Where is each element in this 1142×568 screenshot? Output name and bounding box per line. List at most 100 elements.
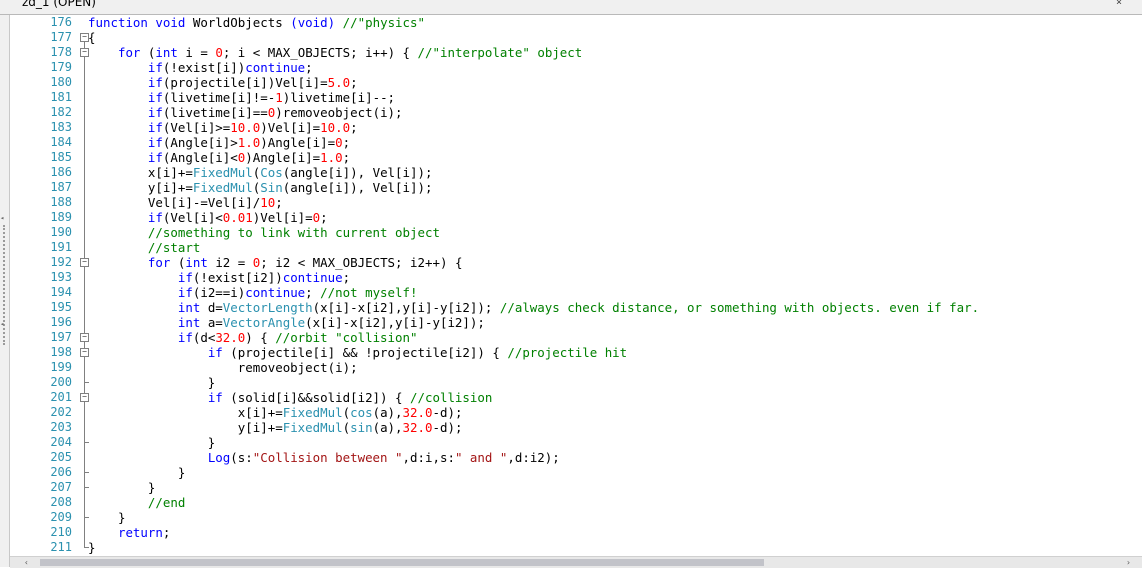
code-line[interactable]: 184 if(Angle[i]>1.0)Angle[i]=0; xyxy=(10,135,1142,150)
code-text[interactable]: if(Vel[i]>=10.0)Vel[i]=10.0; xyxy=(88,120,358,135)
code-line[interactable]: 204 } xyxy=(10,435,1142,450)
code-text[interactable]: if(!exist[i2])continue; xyxy=(88,270,350,285)
code-line[interactable]: 190 //something to link with current obj… xyxy=(10,225,1142,240)
code-line[interactable]: 185 if(Angle[i]<0)Angle[i]=1.0; xyxy=(10,150,1142,165)
code-line[interactable]: 201− if (solid[i]&&solid[i2]) { //collis… xyxy=(10,390,1142,405)
code-text[interactable]: y[i]+=FixedMul(sin(a),32.0-d); xyxy=(88,420,463,435)
scroll-right-icon[interactable]: › xyxy=(1126,557,1131,568)
code-line[interactable]: 206 } xyxy=(10,465,1142,480)
code-line[interactable]: 202 x[i]+=FixedMul(cos(a),32.0-d); xyxy=(10,405,1142,420)
code-text[interactable]: if (projectile[i] && !projectile[i2]) { … xyxy=(88,345,627,360)
code-text[interactable]: int d=VectorLength(x[i]-x[i2],y[i]-y[i2]… xyxy=(88,300,979,315)
code-line[interactable]: 196 int a=VectorAngle(x[i]-x[i2],y[i]-y[… xyxy=(10,315,1142,330)
code-text[interactable]: //start xyxy=(88,240,200,255)
expand-arrow-icon[interactable]: ◂ xyxy=(0,320,4,328)
line-number: 184 xyxy=(50,135,72,149)
code-line[interactable]: 203 y[i]+=FixedMul(sin(a),32.0-d); xyxy=(10,420,1142,435)
code-line[interactable]: 211} xyxy=(10,540,1142,555)
code-line[interactable]: 210 return; xyxy=(10,525,1142,540)
code-text[interactable]: //end xyxy=(88,495,185,510)
code-line[interactable]: 183 if(Vel[i]>=10.0)Vel[i]=10.0; xyxy=(10,120,1142,135)
code-text[interactable]: if(!exist[i])continue; xyxy=(88,60,313,75)
code-line[interactable]: 191 //start xyxy=(10,240,1142,255)
token-cm: //end xyxy=(147,495,186,510)
token-plain: ; i2 < MAX_OBJECTS; i2++) { xyxy=(260,255,463,270)
code-text[interactable]: x[i]+=FixedMul(Cos(angle[i]), Vel[i]); xyxy=(88,165,433,180)
code-line[interactable]: 177−{ xyxy=(10,30,1142,45)
code-line[interactable]: 208 //end xyxy=(10,495,1142,510)
code-line[interactable]: 197− if(d<32.0) { //orbit "collision" xyxy=(10,330,1142,345)
code-text[interactable]: if(Angle[i]>1.0)Angle[i]=0; xyxy=(88,135,350,150)
code-text[interactable]: y[i]+=FixedMul(Sin(angle[i]), Vel[i]); xyxy=(88,180,433,195)
code-line[interactable]: 187 y[i]+=FixedMul(Sin(angle[i]), Vel[i]… xyxy=(10,180,1142,195)
code-line[interactable]: 205 Log(s:"Collision between ",d:i,s:" a… xyxy=(10,450,1142,465)
code-line[interactable]: 189 if(Vel[i]<0.01)Vel[i]=0; xyxy=(10,210,1142,225)
token-plain: ; xyxy=(275,195,283,210)
code-line[interactable]: 193 if(!exist[i2])continue; xyxy=(10,270,1142,285)
code-text[interactable]: } xyxy=(88,375,216,390)
code-line[interactable]: 180 if(projectile[i])Vel[i]=5.0; xyxy=(10,75,1142,90)
token-plain: )Angle[i]= xyxy=(260,135,336,150)
token-plain: } xyxy=(88,540,96,555)
code-text[interactable]: removeobject(i); xyxy=(88,360,358,375)
token-plain: WorldObjects xyxy=(185,15,291,30)
token-str: "Collision between " xyxy=(252,450,403,465)
code-text[interactable]: { xyxy=(88,30,96,45)
code-line[interactable]: 209 } xyxy=(10,510,1142,525)
code-text[interactable]: x[i]+=FixedMul(cos(a),32.0-d); xyxy=(88,405,463,420)
code-text[interactable]: return; xyxy=(88,525,170,540)
scroll-left-icon[interactable]: ‹ xyxy=(24,557,29,568)
code-text[interactable]: if(d<32.0) { //orbit "collision" xyxy=(88,330,418,345)
line-number: 182 xyxy=(50,105,72,119)
code-text[interactable]: for (int i2 = 0; i2 < MAX_OBJECTS; i2++)… xyxy=(88,255,463,270)
code-line[interactable]: 199 removeobject(i); xyxy=(10,360,1142,375)
editor-tab-bar: zd_1 (OPEN) × xyxy=(0,0,1142,15)
code-editor[interactable]: 176 function void WorldObjects (void) //"… xyxy=(10,15,1142,556)
code-line[interactable]: 195 int d=VectorLength(x[i]-x[i2],y[i]-y… xyxy=(10,300,1142,315)
code-line[interactable]: 194 if(i2==i)continue; //not myself! xyxy=(10,285,1142,300)
token-num: 10 xyxy=(260,195,276,210)
code-text[interactable]: if(livetime[i]!=-1)livetime[i]--; xyxy=(88,90,395,105)
code-line[interactable]: 200 } xyxy=(10,375,1142,390)
code-text[interactable]: if(livetime[i]==0)removeobject(i); xyxy=(88,105,403,120)
scrollbar-thumb[interactable] xyxy=(40,559,764,566)
code-text[interactable]: } xyxy=(88,480,156,495)
code-text[interactable]: } xyxy=(88,540,96,555)
token-plain: )Angle[i]= xyxy=(245,150,321,165)
code-text[interactable]: int a=VectorAngle(x[i]-x[i2],y[i]-y[i2])… xyxy=(88,315,485,330)
code-line[interactable]: 207 } xyxy=(10,480,1142,495)
code-text[interactable]: } xyxy=(88,510,126,525)
code-line[interactable]: 198− if (projectile[i] && !projectile[i2… xyxy=(10,345,1142,360)
token-plain: )Vel[i]= xyxy=(252,210,313,225)
code-line[interactable]: 186 x[i]+=FixedMul(Cos(angle[i]), Vel[i]… xyxy=(10,165,1142,180)
code-text[interactable]: if(Angle[i]<0)Angle[i]=1.0; xyxy=(88,150,350,165)
code-line[interactable]: 178− for (int i = 0; i < MAX_OBJECTS; i+… xyxy=(10,45,1142,60)
code-text[interactable]: Log(s:"Collision between ",d:i,s:" and "… xyxy=(88,450,560,465)
code-line[interactable]: 179 if(!exist[i])continue; xyxy=(10,60,1142,75)
token-plain: -d); xyxy=(432,405,463,420)
code-line[interactable]: 182 if(livetime[i]==0)removeobject(i); xyxy=(10,105,1142,120)
token-fn: FixedMul xyxy=(282,420,343,435)
code-text[interactable]: } xyxy=(88,435,216,450)
code-text[interactable]: function void WorldObjects (void) //"phy… xyxy=(88,15,425,30)
code-line[interactable]: 181 if(livetime[i]!=-1)livetime[i]--; xyxy=(10,90,1142,105)
code-text[interactable]: for (int i = 0; i < MAX_OBJECTS; i++) { … xyxy=(88,45,582,60)
collapse-arrow-icon[interactable]: ◂ xyxy=(0,214,4,222)
code-text[interactable]: if(Vel[i]<0.01)Vel[i]=0; xyxy=(88,210,328,225)
code-text[interactable]: if (solid[i]&&solid[i2]) { //collision xyxy=(88,390,493,405)
horizontal-scrollbar[interactable]: ‹ › xyxy=(10,556,1142,568)
code-text[interactable]: if(projectile[i])Vel[i]=5.0; xyxy=(88,75,358,90)
close-icon[interactable]: × xyxy=(1116,0,1122,8)
code-text[interactable]: } xyxy=(88,465,186,480)
code-line[interactable]: 176 function void WorldObjects (void) //"… xyxy=(10,15,1142,30)
code-line[interactable]: 188 Vel[i]-=Vel[i]/10; xyxy=(10,195,1142,210)
tab-title[interactable]: zd_1 (OPEN) xyxy=(22,0,96,9)
code-text[interactable]: Vel[i]-=Vel[i]/10; xyxy=(88,195,283,210)
token-cm: //always check distance, or something wi… xyxy=(499,300,980,315)
code-text[interactable]: if(i2==i)continue; //not myself! xyxy=(88,285,418,300)
code-line[interactable]: 192− for (int i2 = 0; i2 < MAX_OBJECTS; … xyxy=(10,255,1142,270)
code-text[interactable]: //something to link with current object xyxy=(88,225,440,240)
